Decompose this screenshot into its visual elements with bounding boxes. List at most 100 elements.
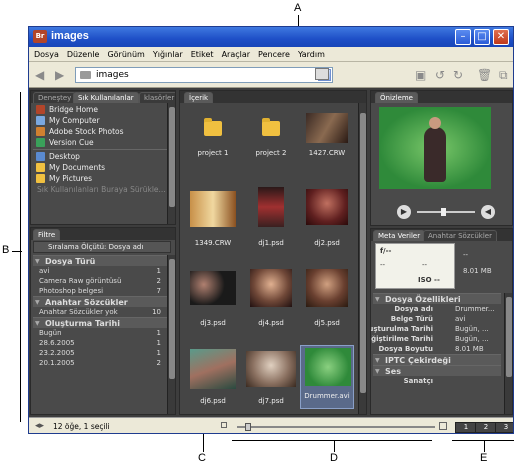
filter-row[interactable]: Camera Raw görüntüsü 2	[33, 276, 167, 286]
zoom-in-icon[interactable]	[439, 422, 447, 430]
filter-row[interactable]: 28.6.2005 1	[33, 338, 167, 348]
callout-e: E	[480, 452, 488, 464]
bridge-window: Br images – □ ✕ Dosya Düzenle Görünüm Yığın…	[28, 26, 514, 434]
trash-icon[interactable]: 🗑	[477, 68, 492, 82]
minimize-button[interactable]: –	[455, 29, 471, 45]
tab-keywords[interactable]: Anahtar Sözcükler	[423, 230, 497, 241]
rotate-left-icon[interactable]: ↺	[435, 68, 445, 82]
rotate-right-icon[interactable]: ↻	[453, 68, 463, 82]
back-icon[interactable]: ◀	[35, 68, 44, 82]
filter-section-date-created[interactable]: Oluşturma Tarihi	[33, 317, 167, 329]
favorite-my-documents[interactable]: My Documents	[33, 162, 173, 173]
sort-dropdown[interactable]: Sıralama Ölçütü: Dosya adı	[33, 241, 171, 253]
menu-duzenle[interactable]: Düzenle	[63, 47, 104, 62]
volume-icon[interactable]: ◀	[481, 205, 495, 219]
new-folder-icon[interactable]: ▣	[415, 68, 426, 82]
scroll-thumb[interactable]	[169, 259, 175, 379]
favorite-stock-photos[interactable]: Adobe Stock Photos	[33, 126, 173, 137]
favorite-desktop[interactable]: Desktop	[33, 151, 173, 162]
thumbnail-item[interactable]: 1427.CRW	[302, 109, 352, 159]
thumbnail-item[interactable]: dj2.psd	[302, 187, 352, 247]
metadata-section-audio[interactable]: Ses	[373, 365, 501, 377]
content-scrollbar[interactable]	[358, 103, 366, 414]
favorite-bridge-home[interactable]: Bridge Home	[33, 104, 173, 115]
close-button[interactable]: ✕	[493, 29, 509, 45]
filter-row[interactable]: 23.2.2005 1	[33, 348, 167, 358]
thumbnail-item[interactable]: project 2	[246, 109, 296, 159]
thumbnail-item[interactable]: dj4.psd	[246, 267, 296, 327]
filter-row[interactable]: 20.1.2005 2	[33, 358, 167, 368]
thumbnail-size-slider[interactable]	[237, 423, 435, 431]
maximize-button[interactable]: □	[474, 29, 490, 45]
view-button-3[interactable]: 3	[495, 422, 513, 433]
favorite-my-pictures[interactable]: My Pictures	[33, 173, 173, 184]
folder-icon	[36, 163, 45, 172]
thumbnail-item[interactable]: 1349.CRW	[188, 187, 238, 247]
metadata-sections: Dosya Özellikleri Dosya adıDrummer... Be…	[371, 293, 501, 386]
callout-b-bracket	[20, 92, 21, 422]
zoom-out-icon[interactable]	[221, 422, 227, 428]
menu-dosya[interactable]: Dosya	[29, 47, 63, 62]
thumbnail-item[interactable]: dj1.psd	[246, 187, 296, 247]
scroll-thumb[interactable]	[506, 297, 512, 377]
menu-etiket[interactable]: Etiket	[187, 47, 218, 62]
slider-knob[interactable]	[245, 423, 251, 431]
menu-yardim[interactable]: Yardım	[294, 47, 329, 62]
scroll-thumb[interactable]	[360, 113, 366, 393]
thumbnail-caption: dj5.psd	[314, 319, 340, 327]
filter-row[interactable]: avi 1	[33, 266, 167, 276]
filter-row[interactable]: Photoshop belgesi 7	[33, 286, 167, 296]
tab-metadata[interactable]: Meta Veriler	[373, 230, 426, 241]
callout-e-line	[484, 440, 485, 452]
menu-pencere[interactable]: Pencere	[254, 47, 294, 62]
thumbnail-item[interactable]: dj6.psd	[188, 347, 238, 409]
tab-filter[interactable]: Filtre	[33, 229, 61, 240]
tab-favorites[interactable]: Sık Kullanılanlar	[73, 92, 139, 103]
thumbnail-caption: project 1	[197, 149, 229, 157]
photo-thumbnail	[246, 351, 296, 387]
thumbnail-item-selected[interactable]: Drummer.avi	[300, 345, 354, 409]
favorites-scrollbar[interactable]	[167, 103, 175, 224]
favorite-version-cue[interactable]: Version Cue	[33, 137, 173, 148]
path-selector[interactable]: images ▼	[75, 67, 333, 83]
filter-row[interactable]: Bugün 1	[33, 328, 167, 338]
menu-araclar[interactable]: Araçlar	[218, 47, 254, 62]
workspace-icon[interactable]: ⧉	[499, 68, 508, 82]
filter-row[interactable]: Anahtar Sözcükler yok 10	[33, 307, 167, 317]
play-icon[interactable]: ▶	[397, 205, 411, 219]
photo-thumbnail	[306, 189, 348, 225]
iso-value: ISO --	[418, 276, 440, 284]
thumbnail-item[interactable]: dj3.psd	[188, 267, 238, 327]
tab-deneştey[interactable]: Deneştey	[33, 92, 77, 103]
title-bar[interactable]: Br images – □ ✕	[29, 27, 513, 47]
tab-folders[interactable]: klasörler	[139, 92, 175, 103]
menu-yiginlar[interactable]: Yığınlar	[149, 47, 187, 62]
forward-icon[interactable]: ▶	[55, 68, 64, 82]
filter-section-keywords[interactable]: Anahtar Sözcükler	[33, 296, 167, 308]
window-title: images	[51, 30, 89, 42]
thumbnail-item[interactable]: dj7.psd	[246, 347, 296, 409]
metadata-section-iptc[interactable]: IPTC Çekirdeği	[373, 354, 501, 366]
thumbnail-caption: dj4.psd	[258, 319, 284, 327]
thumbnail-item[interactable]: project 1	[188, 109, 238, 159]
path-text: images	[96, 70, 129, 80]
scrubber-knob[interactable]	[441, 208, 446, 216]
menu-gorunum[interactable]: Görünüm	[103, 47, 148, 62]
filter-scrollbar[interactable]	[167, 255, 175, 414]
playback-scrubber[interactable]	[417, 208, 475, 216]
tab-preview[interactable]: Önizleme	[375, 92, 418, 103]
tab-content[interactable]: İçerik	[184, 92, 214, 103]
view-button-1[interactable]: 1	[455, 422, 477, 433]
go-up-icon[interactable]	[315, 68, 329, 80]
thumbnail-caption: Drummer.avi	[304, 392, 350, 400]
view-button-2[interactable]: 2	[475, 422, 497, 433]
metadata-scrollbar[interactable]	[504, 293, 512, 414]
scroll-thumb[interactable]	[169, 107, 175, 207]
favorite-my-computer[interactable]: My Computer	[33, 115, 173, 126]
metadata-section-file[interactable]: Dosya Özellikleri	[373, 293, 501, 305]
thumbnail-item[interactable]: dj5.psd	[302, 267, 352, 327]
thumbnail-caption: project 2	[255, 149, 287, 157]
filter-section-file-type[interactable]: Dosya Türü	[33, 255, 167, 267]
metadata-row: Dosya Boyutu 8.01 MB	[378, 345, 484, 353]
content-tabrow: İçerik	[180, 91, 366, 103]
